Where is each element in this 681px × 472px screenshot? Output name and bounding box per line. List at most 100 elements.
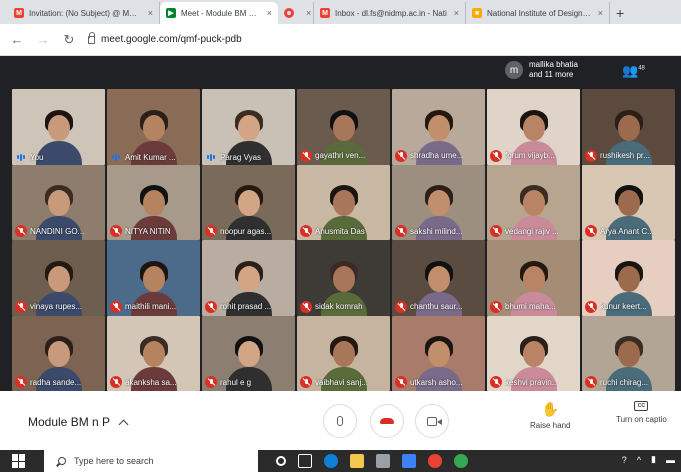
participant-tile[interactable]: vedangi rajiv ... bbox=[487, 164, 580, 240]
participant-name: NITYA NITIN bbox=[125, 226, 171, 236]
participant-label: ruchi chirag... bbox=[585, 376, 648, 388]
microphone-button[interactable] bbox=[323, 404, 357, 438]
participant-tile[interactable]: utkarsh asho... bbox=[392, 315, 485, 391]
close-tab-icon[interactable]: × bbox=[148, 8, 153, 18]
raise-hand-button[interactable]: ✋ Raise hand bbox=[530, 401, 570, 430]
participant-tile[interactable]: chanthu saur... bbox=[392, 240, 485, 316]
participant-tile[interactable]: Parag Vyas bbox=[202, 89, 295, 165]
participant-tile[interactable]: keshvi pravin... bbox=[487, 315, 580, 391]
file-explorer-icon[interactable] bbox=[350, 454, 364, 468]
search-placeholder: Type here to search bbox=[74, 456, 154, 466]
participant-tile[interactable]: rushikesh pr... bbox=[582, 89, 675, 165]
browser-tab[interactable]: ■ National Institute of Design, Bho × bbox=[466, 2, 610, 24]
camera-button[interactable] bbox=[415, 404, 449, 438]
participant-name: rohit prasad ... bbox=[220, 302, 272, 311]
participant-tile[interactable]: forum vijayb... bbox=[487, 89, 580, 165]
edge-icon[interactable] bbox=[324, 454, 338, 468]
tab-title: Invitation: (No Subject) @ Mon 1 bbox=[29, 8, 141, 18]
participant-tile[interactable]: Anusmita Das bbox=[297, 164, 390, 240]
participant-label: forum vijayb... bbox=[490, 149, 555, 162]
participant-tile[interactable]: NITYA NITIN bbox=[107, 164, 200, 240]
mic-off-icon bbox=[395, 149, 407, 162]
participant-tile[interactable]: sidak komrah bbox=[297, 240, 390, 316]
close-tab-icon[interactable]: × bbox=[598, 8, 603, 18]
taskbar-search-box[interactable]: Type here to search bbox=[44, 450, 258, 472]
participant-name: vedangi rajiv ... bbox=[505, 226, 559, 236]
participant-name: maithili mani... bbox=[125, 302, 177, 311]
participant-tile[interactable]: gayathri ven... bbox=[297, 89, 390, 165]
participant-count: 48 bbox=[638, 65, 645, 72]
participant-name: sidak komrah bbox=[315, 302, 363, 311]
participant-label: utkarsh asho... bbox=[395, 376, 462, 388]
participant-name: radha sande... bbox=[30, 377, 82, 387]
chevron-up-icon[interactable]: ^ bbox=[637, 455, 641, 465]
participant-tile[interactable]: vinaya rupes... bbox=[12, 240, 105, 316]
participant-tile[interactable]: akanksha sa... bbox=[107, 315, 200, 391]
help-icon[interactable]: ? bbox=[622, 455, 627, 465]
new-tab-icon[interactable]: + bbox=[616, 2, 624, 24]
participant-tile[interactable]: You bbox=[12, 89, 105, 165]
search-icon bbox=[58, 457, 66, 465]
close-tab-icon[interactable]: × bbox=[454, 8, 459, 18]
participant-name: NANDINI GO... bbox=[30, 226, 85, 236]
participant-tile[interactable]: vaibhavi sanj... bbox=[297, 315, 390, 391]
participant-label: sidak komrah bbox=[300, 300, 363, 313]
camera-icon bbox=[427, 416, 442, 426]
participant-tile[interactable]: kunur keert... bbox=[582, 240, 675, 316]
meeting-details-button[interactable]: Module BM n P bbox=[28, 415, 129, 429]
people-icon: 👥 bbox=[622, 63, 639, 78]
participant-tile[interactable]: maithili mani... bbox=[107, 240, 200, 316]
close-tab-icon[interactable]: × bbox=[267, 8, 272, 18]
mail-icon[interactable] bbox=[402, 454, 416, 468]
reload-icon[interactable]: ↻ bbox=[62, 32, 76, 48]
participant-tile[interactable]: rohit prasad ... bbox=[202, 240, 295, 316]
mic-off-icon bbox=[110, 300, 122, 313]
mic-off-icon bbox=[205, 300, 217, 313]
participant-label: rahul e g bbox=[205, 376, 251, 388]
forward-arrow-icon[interactable]: → bbox=[36, 32, 50, 47]
participant-tile[interactable]: Amit Kumar ... bbox=[107, 89, 200, 165]
close-tab-icon[interactable]: × bbox=[306, 8, 311, 18]
participant-tile[interactable]: ruchi chirag... bbox=[582, 315, 675, 391]
participant-tile[interactable]: shradha ume... bbox=[392, 89, 485, 165]
browser-tab[interactable]: ▶ Meet - Module BM n P × bbox=[160, 2, 278, 24]
browser-tab[interactable]: × bbox=[278, 2, 314, 24]
participant-name: shradha ume... bbox=[410, 151, 464, 160]
participant-tile[interactable]: Arya Anant C... bbox=[582, 164, 675, 240]
task-view-icon[interactable] bbox=[298, 454, 312, 468]
participant-label: vaibhavi sanj... bbox=[300, 376, 368, 388]
system-tray: ? ^ ▮ ▬ bbox=[622, 454, 675, 465]
participant-tile[interactable]: rahul e g bbox=[202, 315, 295, 391]
url-field[interactable]: meet.google.com/qmf-puck-pdb bbox=[88, 31, 242, 45]
presenter-chip[interactable]: m mallika bhatia and 11 more bbox=[505, 60, 578, 80]
participant-tile[interactable]: bhumi maha... bbox=[487, 240, 580, 316]
meeting-controls: Module BM n P ✋ Raise hand CC Turn on ca… bbox=[0, 391, 681, 450]
store-icon[interactable] bbox=[376, 454, 390, 468]
mic-off-icon bbox=[110, 225, 122, 237]
captions-button[interactable]: CC Turn on captio bbox=[616, 401, 667, 424]
battery-icon[interactable]: ▮ bbox=[651, 454, 656, 465]
avatar: m bbox=[505, 61, 523, 79]
participant-tile[interactable]: NANDINI GO... bbox=[12, 164, 105, 240]
back-arrow-icon[interactable]: ← bbox=[10, 32, 24, 47]
participant-tile[interactable]: radha sande... bbox=[12, 315, 105, 391]
network-icon[interactable]: ▬ bbox=[666, 455, 675, 465]
mic-off-icon bbox=[585, 300, 597, 313]
people-button[interactable]: 👥48 bbox=[622, 63, 645, 79]
browser-tab[interactable]: M Inbox - dl.fs@nidmp.ac.in - Nati × bbox=[314, 2, 466, 24]
participant-name: akanksha sa... bbox=[125, 377, 177, 387]
video-grid: You Amit Kumar ... Parag Vyas gayathri ven.… bbox=[12, 89, 681, 391]
participant-name: rushikesh pr... bbox=[600, 151, 650, 160]
cortana-icon[interactable] bbox=[276, 456, 286, 466]
browser-tab[interactable]: M Invitation: (No Subject) @ Mon 1 × bbox=[8, 2, 160, 24]
leave-call-button[interactable] bbox=[370, 404, 404, 438]
participant-label: rushikesh pr... bbox=[585, 149, 650, 162]
participant-label: Parag Vyas bbox=[205, 153, 261, 162]
app-icon[interactable] bbox=[454, 454, 468, 468]
mic-on-icon bbox=[110, 153, 122, 161]
windows-start-icon[interactable] bbox=[12, 454, 26, 468]
url-text: meet.google.com/qmf-puck-pdb bbox=[101, 34, 242, 45]
participant-tile[interactable]: noopur agas... bbox=[202, 164, 295, 240]
participant-tile[interactable]: sakshi milind... bbox=[392, 164, 485, 240]
chrome-icon[interactable] bbox=[428, 454, 442, 468]
